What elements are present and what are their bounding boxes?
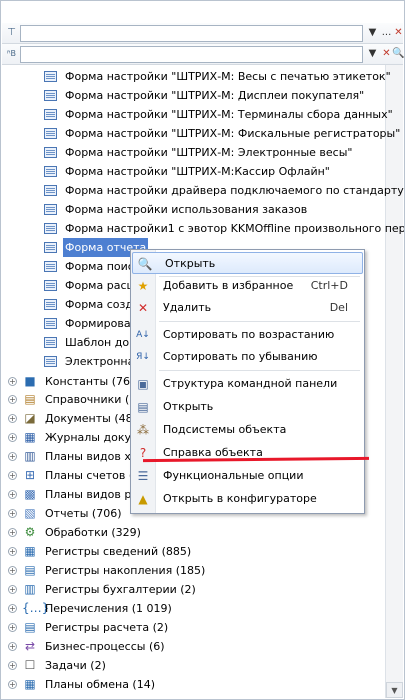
constants-icon: ■ xyxy=(24,374,36,388)
delete-icon: ✕ xyxy=(137,301,149,315)
catalogs-icon: ▤ xyxy=(24,392,36,406)
sort-asc-icon: А↓ xyxy=(136,330,150,340)
vertical-scrollbar[interactable]: ▼ xyxy=(385,65,403,698)
menu-item-open-top[interactable]: 🔍 Открыть xyxy=(132,252,363,274)
form-icon xyxy=(44,147,57,158)
menu-item-command-panel[interactable]: ▣ Структура командной панели xyxy=(131,373,364,395)
open-icon: ▤ xyxy=(137,400,149,414)
expand-icon[interactable]: + xyxy=(8,509,17,518)
dropdown-arrow-icon[interactable]: ▼ xyxy=(366,46,379,61)
expand-icon[interactable]: + xyxy=(8,680,17,689)
expand-icon[interactable]: + xyxy=(8,547,17,556)
expand-icon[interactable]: + xyxy=(8,490,17,499)
form-icon xyxy=(44,261,57,272)
form-icon xyxy=(44,280,57,291)
search-icon: 🔍 xyxy=(137,257,153,271)
menu-item-add-favorite[interactable]: ★ Добавить в избранное Ctrl+D xyxy=(131,275,364,297)
chart-of-accounts-icon: ⊞ xyxy=(24,468,36,482)
business-processes-icon: ⇄ xyxy=(24,639,36,653)
menu-item-functional-options[interactable]: ☰ Функциональные опции xyxy=(131,465,364,487)
clear-icon[interactable]: ✕ xyxy=(392,25,404,40)
journals-icon: ▦ xyxy=(24,430,36,444)
filter-input[interactable] xyxy=(20,25,363,42)
form-icon xyxy=(44,166,57,177)
form-icon xyxy=(44,109,57,120)
expand-icon[interactable]: + xyxy=(8,566,17,575)
expand-icon[interactable]: + xyxy=(8,604,17,613)
menu-separator xyxy=(159,321,360,322)
menu-item-sort-desc[interactable]: Я↓ Сортировать по убыванию xyxy=(131,346,364,368)
exchange-plans-icon: ▦ xyxy=(24,677,36,691)
menu-item-open[interactable]: ▤ Открыть xyxy=(131,396,364,418)
form-icon xyxy=(44,242,57,253)
form-icon xyxy=(44,185,57,196)
star-icon: ★ xyxy=(137,279,149,293)
menu-separator xyxy=(159,370,360,371)
search-row: ᴿB ▼ ✕ 🔍 xyxy=(2,44,404,65)
expand-icon[interactable]: + xyxy=(8,642,17,651)
expand-icon[interactable]: + xyxy=(8,585,17,594)
filter-icon: ⊤ xyxy=(7,27,16,38)
command-panel-icon: ▣ xyxy=(137,377,149,391)
calculation-types-icon: ▩ xyxy=(24,487,36,501)
reports-icon: ▧ xyxy=(24,506,36,520)
form-icon xyxy=(44,337,57,348)
scroll-down-icon[interactable]: ▼ xyxy=(386,682,403,698)
accumulation-registers-icon: ▤ xyxy=(24,563,36,577)
expand-icon[interactable]: + xyxy=(8,395,17,404)
expand-icon[interactable]: + xyxy=(8,661,17,670)
expand-icon[interactable]: + xyxy=(8,623,17,632)
find-icon[interactable]: 🔍 xyxy=(392,46,404,61)
search-input[interactable] xyxy=(20,46,363,63)
search-icon: ᴿB xyxy=(7,49,16,58)
form-icon xyxy=(44,204,57,215)
expand-icon[interactable]: + xyxy=(8,471,17,480)
menu-item-delete[interactable]: ✕ Удалить Del xyxy=(131,297,364,319)
menu-item-open-designer[interactable]: ▲ Открыть в конфигураторе xyxy=(131,488,364,510)
form-icon xyxy=(44,223,57,234)
expand-icon[interactable]: + xyxy=(8,414,17,423)
data-processors-icon: ⚙ xyxy=(24,525,36,539)
documents-icon: ◪ xyxy=(24,411,36,425)
dropdown-arrow-icon[interactable]: ▼ xyxy=(366,25,379,40)
expand-icon[interactable]: + xyxy=(8,433,17,442)
expand-icon[interactable]: + xyxy=(8,452,17,461)
filter-row: ⊤ ▼ ... ✕ xyxy=(2,23,403,44)
menu-item-sort-asc[interactable]: А↓ Сортировать по возрастанию xyxy=(131,324,364,346)
form-icon xyxy=(44,90,57,101)
sort-desc-icon: Я↓ xyxy=(136,352,150,362)
context-menu: 🔍 Открыть ★ Добавить в избранное Ctrl+D … xyxy=(130,249,365,514)
subsystems-icon: ⁂ xyxy=(137,423,149,437)
functional-options-icon: ☰ xyxy=(137,469,149,483)
menu-item-subsystems[interactable]: ⁂ Подсистемы объекта xyxy=(131,419,364,441)
expand-icon[interactable]: + xyxy=(8,377,17,386)
calculation-registers-icon: ▤ xyxy=(24,620,36,634)
characteristics-icon: ▥ xyxy=(24,449,36,463)
tasks-icon: ☐ xyxy=(24,658,36,672)
form-icon xyxy=(44,128,57,139)
accounting-registers-icon: ▥ xyxy=(24,582,36,596)
form-icon xyxy=(44,318,57,329)
info-registers-icon: ▦ xyxy=(24,544,36,558)
form-icon xyxy=(44,71,57,82)
form-icon xyxy=(44,299,57,310)
designer-icon: ▲ xyxy=(138,492,148,506)
expand-icon[interactable]: + xyxy=(8,528,17,537)
form-icon xyxy=(44,356,57,367)
enums-icon: {…} xyxy=(22,601,50,615)
